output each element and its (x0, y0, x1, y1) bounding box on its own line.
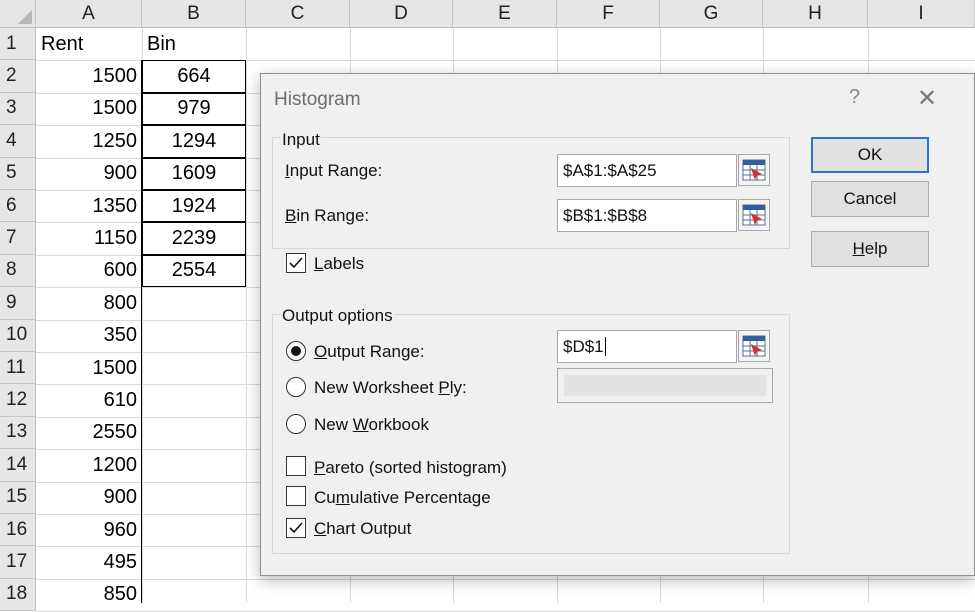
cell-b7[interactable]: 2239 (142, 222, 246, 255)
row-header-3[interactable]: 3 (0, 92, 36, 126)
input-range-selector-button[interactable] (738, 154, 770, 186)
column-header-a[interactable]: A (36, 0, 142, 28)
column-header-d[interactable]: D (350, 0, 453, 28)
output-range-label[interactable]: Output Range: (314, 342, 425, 362)
cell-a16[interactable]: 960 (36, 514, 142, 546)
row-header-10[interactable]: 10 (0, 319, 36, 352)
output-range-selector-button[interactable] (738, 330, 770, 362)
bin-range-label: Bin Range: (285, 206, 370, 225)
row-header-18[interactable]: 18 (0, 578, 36, 612)
cell-a11[interactable]: 1500 (36, 352, 142, 384)
cell-b4[interactable]: 1294 (142, 125, 246, 158)
cell-a2[interactable]: 1500 (36, 60, 142, 92)
cell-a4[interactable]: 1250 (36, 125, 142, 157)
select-all-corner[interactable] (0, 0, 36, 28)
chart-output-label[interactable]: Chart Output (314, 519, 411, 539)
select-all-triangle-icon (18, 10, 32, 24)
cumulative-percentage-checkbox[interactable] (286, 486, 306, 506)
cell-a10[interactable]: 350 (36, 320, 142, 352)
cell-a6[interactable]: 1350 (36, 190, 142, 222)
column-header-e[interactable]: E (453, 0, 557, 28)
cell-a12[interactable]: 610 (36, 384, 142, 416)
bin-range-selector-button[interactable] (738, 199, 770, 231)
row-header-7[interactable]: 7 (0, 222, 36, 255)
help-icon[interactable]: ? (849, 86, 860, 109)
row-header-8[interactable]: 8 (0, 254, 36, 288)
output-range-radio[interactable] (286, 341, 306, 361)
input-group-title: Input (281, 130, 321, 150)
column-header-h[interactable]: H (763, 0, 868, 28)
cell-a15[interactable]: 900 (36, 482, 142, 514)
pareto-checkbox[interactable] (286, 456, 306, 476)
cell-b8[interactable]: 2554 (142, 254, 246, 288)
range-selector-icon (742, 159, 766, 181)
cell-a18[interactable]: 850 (36, 579, 142, 611)
output-range-field[interactable]: $D$1 (557, 330, 737, 363)
histogram-dialog: Histogram ? ✕ Input Input Range: $A$1:$A… (260, 73, 975, 576)
row-header-6[interactable]: 6 (0, 190, 36, 223)
cell-a3[interactable]: 1500 (36, 93, 142, 125)
cell-a5[interactable]: 900 (36, 158, 142, 190)
cell-b1[interactable]: Bin (142, 28, 246, 60)
row-header-12[interactable]: 12 (0, 384, 36, 417)
cell-b6[interactable]: 1924 (142, 190, 246, 223)
row-header-1[interactable]: 1 (0, 28, 36, 61)
labels-checkbox-label[interactable]: Labels (314, 254, 364, 274)
row-gridline (36, 578, 975, 580)
cell-b5[interactable]: 1609 (142, 157, 246, 190)
row-header-5[interactable]: 5 (0, 157, 36, 190)
column-header-i[interactable]: I (868, 0, 975, 28)
cell-b3[interactable]: 979 (142, 92, 246, 126)
cell-a13[interactable]: 2550 (36, 417, 142, 449)
new-worksheet-radio[interactable] (286, 377, 306, 397)
input-range-field[interactable]: $A$1:$A$25 (557, 154, 737, 187)
bin-range-field[interactable]: $B$1:$B$8 (557, 199, 737, 232)
row-header-16[interactable]: 16 (0, 514, 36, 547)
range-selector-icon (742, 335, 766, 357)
new-workbook-label[interactable]: New Workbook (314, 415, 429, 435)
dialog-title: Histogram (274, 89, 361, 110)
text-caret (604, 337, 606, 356)
column-header-b[interactable]: B (142, 0, 246, 28)
range-border-a (141, 60, 142, 603)
row-header-9[interactable]: 9 (0, 287, 36, 320)
close-icon[interactable]: ✕ (917, 84, 937, 113)
row-header-13[interactable]: 13 (0, 416, 36, 450)
cell-a1[interactable]: Rent (36, 28, 142, 60)
range-selector-icon (742, 204, 766, 226)
column-header-g[interactable]: G (660, 0, 763, 28)
pareto-label[interactable]: Pareto (sorted histogram) (314, 458, 507, 478)
row-header-15[interactable]: 15 (0, 481, 36, 514)
column-gridline (246, 28, 247, 603)
column-header-c[interactable]: C (246, 0, 350, 28)
cell-a8[interactable]: 600 (36, 255, 142, 287)
row-header-11[interactable]: 11 (0, 352, 36, 385)
row-header-4[interactable]: 4 (0, 125, 36, 158)
chart-output-checkbox[interactable] (286, 518, 306, 538)
cell-a14[interactable]: 1200 (36, 449, 142, 481)
new-worksheet-name-field (557, 368, 773, 403)
cell-a9[interactable]: 800 (36, 287, 142, 319)
cancel-button[interactable]: Cancel (811, 181, 929, 217)
cell-a17[interactable]: 495 (36, 546, 142, 578)
new-workbook-radio[interactable] (286, 414, 306, 434)
new-worksheet-label[interactable]: New Worksheet Ply: (314, 378, 467, 398)
cell-b2[interactable]: 664 (142, 60, 246, 93)
column-header-f[interactable]: F (557, 0, 660, 28)
row-header-2[interactable]: 2 (0, 60, 36, 93)
cumulative-percentage-label[interactable]: Cumulative Percentage (314, 488, 491, 508)
row-header-14[interactable]: 14 (0, 449, 36, 482)
cell-a7[interactable]: 1150 (36, 222, 142, 254)
ok-button[interactable]: OK (811, 137, 929, 173)
checkmark-icon (289, 522, 303, 534)
labels-checkbox[interactable] (286, 253, 306, 273)
row-header-17[interactable]: 17 (0, 546, 36, 579)
input-range-label: Input Range: (285, 161, 383, 180)
output-options-title: Output options (281, 306, 394, 326)
checkmark-icon (289, 257, 303, 269)
help-button[interactable]: Help (811, 231, 929, 267)
